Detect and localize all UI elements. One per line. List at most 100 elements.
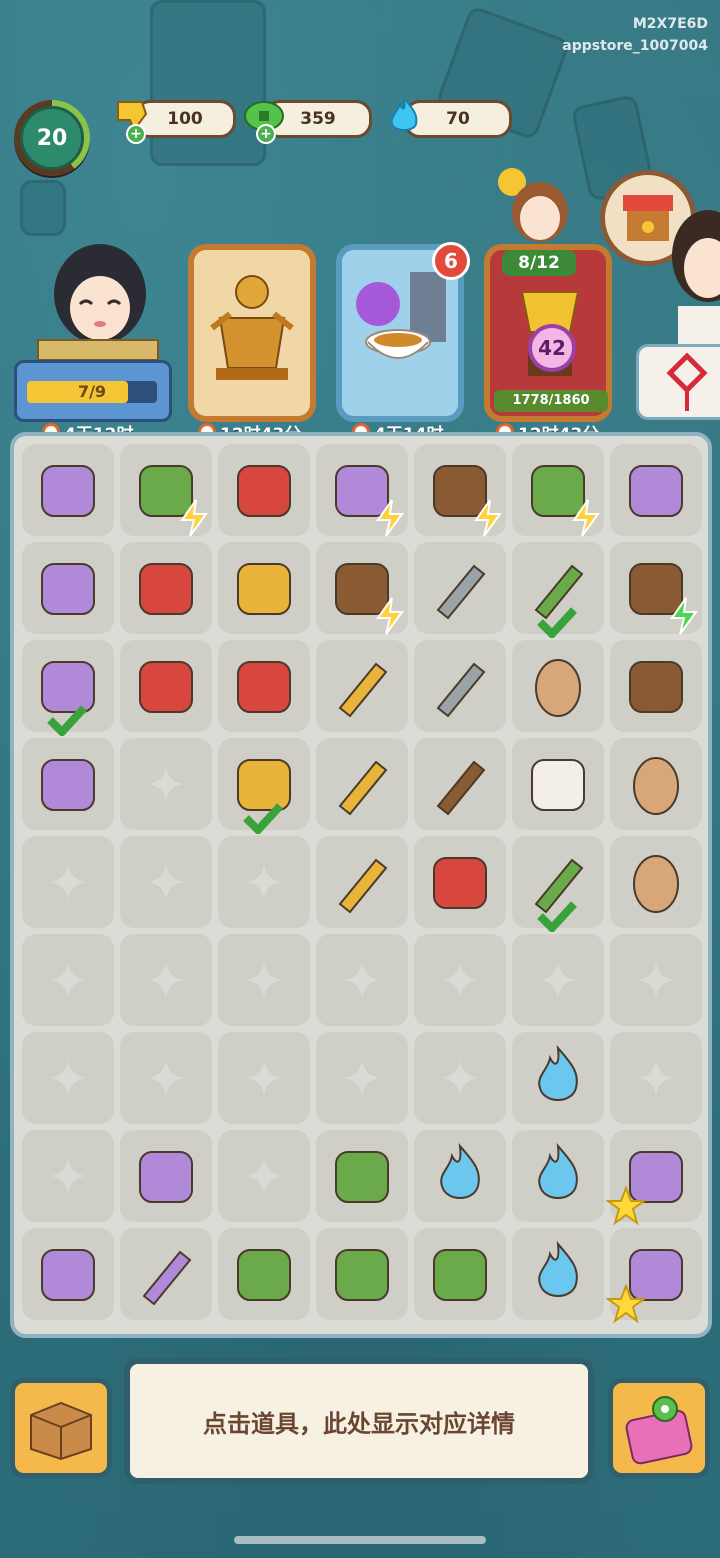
board-cell[interactable]: [610, 1032, 702, 1124]
currency-jade-coin[interactable]: + 359: [242, 98, 372, 144]
board-cell[interactable]: [120, 738, 212, 830]
board-cell[interactable]: [316, 1228, 408, 1320]
board-cell[interactable]: [512, 1228, 604, 1320]
board-cell[interactable]: [512, 444, 604, 537]
board-cell[interactable]: [22, 640, 114, 736]
board-cell[interactable]: [218, 444, 310, 536]
seed-bag-icon: [41, 759, 95, 811]
board-cell[interactable]: [218, 640, 310, 732]
lady-portrait: [672, 210, 720, 344]
trophy-exp-text: 1778/1860: [512, 393, 590, 408]
board-cell[interactable]: [120, 640, 212, 732]
board-cell[interactable]: [316, 836, 408, 928]
flower-hairpin-icon: [338, 760, 388, 816]
board-cell[interactable]: [218, 1130, 310, 1222]
board-cell[interactable]: [22, 1228, 114, 1320]
empty-slot-sparkle-icon: [50, 864, 86, 900]
board-cell[interactable]: [120, 1130, 212, 1222]
board-cell[interactable]: [316, 640, 408, 732]
checkmark-icon: [537, 607, 577, 638]
board-cell[interactable]: [22, 444, 114, 536]
board-cell[interactable]: [120, 1228, 212, 1320]
board-cell[interactable]: [512, 542, 604, 638]
board-cell[interactable]: [22, 542, 114, 634]
board-cell[interactable]: [610, 836, 702, 928]
board-cell[interactable]: [316, 444, 408, 537]
board-cell[interactable]: [218, 1032, 310, 1124]
currency-gold-key[interactable]: + 100: [112, 98, 236, 144]
board-cell[interactable]: [120, 836, 212, 928]
statue-card[interactable]: [188, 244, 316, 422]
add-jade-coin-icon[interactable]: +: [256, 124, 276, 144]
empty-slot-sparkle-icon: [540, 962, 576, 998]
empty-slot-sparkle-icon: [344, 962, 380, 998]
board-cell[interactable]: [218, 738, 310, 834]
board-cell[interactable]: [610, 444, 702, 536]
board-cell[interactable]: [218, 934, 310, 1026]
storage-box-button[interactable]: [10, 1378, 112, 1478]
knot-panel[interactable]: [636, 344, 720, 420]
board-cell[interactable]: [414, 444, 506, 537]
board-cell[interactable]: [512, 934, 604, 1026]
incense-stick-icon: [142, 1250, 192, 1306]
gold-necklace-icon: [237, 563, 291, 615]
board-cell[interactable]: [414, 934, 506, 1026]
board-cell[interactable]: [610, 542, 702, 635]
board-cell[interactable]: [414, 640, 506, 732]
board-cell[interactable]: [610, 934, 702, 1026]
character-progress-panel[interactable]: 7/9: [14, 360, 172, 422]
add-gold-key-icon[interactable]: +: [126, 124, 146, 144]
purple-pouch-icon: [41, 465, 95, 517]
board-cell[interactable]: [610, 640, 702, 732]
board-cell[interactable]: [512, 640, 604, 732]
board-cell[interactable]: [512, 738, 604, 830]
golden-statue-icon: [210, 275, 294, 380]
board-cell[interactable]: [316, 1130, 408, 1222]
tea-card-badge: 6: [432, 242, 470, 280]
map-phone-button[interactable]: [608, 1378, 710, 1478]
board-cell[interactable]: [414, 542, 506, 634]
board-cell[interactable]: [316, 542, 408, 635]
board-cell[interactable]: [414, 1130, 506, 1222]
board-cell[interactable]: [120, 934, 212, 1026]
board-cell[interactable]: [414, 738, 506, 830]
board-cell[interactable]: [512, 1130, 604, 1222]
board-cell[interactable]: [610, 738, 702, 830]
board-cell[interactable]: [22, 1032, 114, 1124]
store-tag: appstore_1007004: [562, 38, 708, 54]
board-cell[interactable]: [22, 738, 114, 830]
board-cell[interactable]: [414, 836, 506, 928]
character-portrait[interactable]: [28, 232, 168, 362]
board-cell[interactable]: [120, 542, 212, 634]
level-value: 20: [20, 106, 84, 170]
board-cell[interactable]: [22, 836, 114, 928]
currency-blue-flame[interactable]: 70: [382, 94, 512, 138]
nail-icon: [436, 662, 486, 718]
blue-flame-icon: [390, 94, 418, 131]
board-cell[interactable]: [218, 542, 310, 634]
board-cell[interactable]: [316, 738, 408, 830]
trophy-exp: 1778/1860: [494, 390, 608, 412]
board-cell[interactable]: [316, 1032, 408, 1124]
board-cell[interactable]: [22, 934, 114, 1026]
board-cell[interactable]: [606, 1228, 702, 1324]
board-cell[interactable]: [218, 836, 310, 928]
player-level-badge[interactable]: 20: [14, 100, 90, 176]
checkmark-icon: [243, 803, 283, 834]
board-cell[interactable]: [414, 1228, 506, 1320]
yellow-star-icon: [606, 1284, 646, 1324]
background-rock: [150, 0, 266, 166]
board-cell[interactable]: [316, 934, 408, 1026]
board-cell[interactable]: [512, 1032, 604, 1124]
board-cell[interactable]: [606, 1130, 702, 1226]
board-cell[interactable]: [512, 836, 604, 932]
merge-board: [10, 432, 712, 1338]
board-cell[interactable]: [22, 1130, 114, 1222]
glass-bottle-icon: [531, 759, 585, 811]
empty-slot-sparkle-icon: [246, 1060, 282, 1096]
board-cell[interactable]: [414, 1032, 506, 1124]
board-cell[interactable]: [120, 1032, 212, 1124]
jewel-box-icon: [629, 661, 683, 713]
board-cell[interactable]: [120, 444, 212, 537]
board-cell[interactable]: [218, 1228, 310, 1320]
